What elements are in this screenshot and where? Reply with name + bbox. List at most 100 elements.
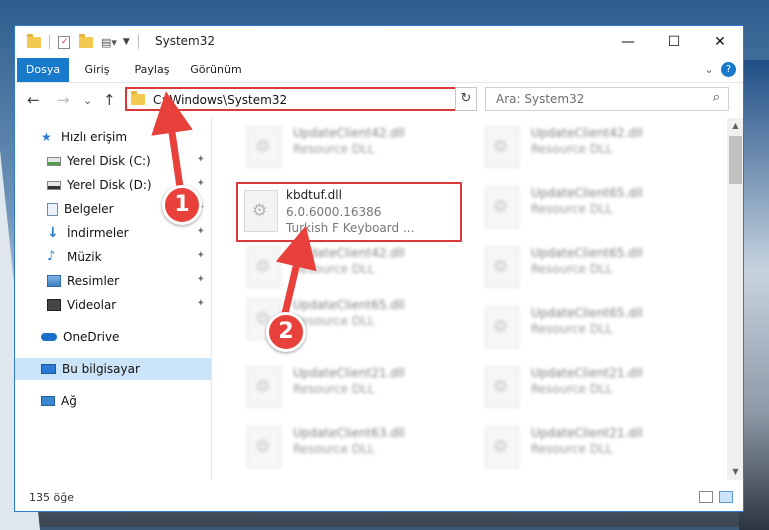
status-bar: 135 öğe	[15, 485, 743, 511]
file-name: UpdateClient65.dll	[531, 186, 643, 200]
scroll-down-icon[interactable]: ▼	[727, 464, 743, 480]
minimize-button[interactable]: —	[605, 26, 651, 58]
ribbon: Dosya Giriş Paylaş Görünüm ⌄ ?	[15, 58, 743, 83]
dll-file-icon	[485, 186, 519, 228]
sidebar-item-label: Bu bilgisayar	[62, 362, 140, 376]
sidebar-item-label: Yerel Disk (C:)	[67, 154, 151, 168]
onedrive-icon	[41, 333, 57, 341]
item-count: 135 öğe	[29, 491, 74, 504]
sidebar-item-quick-access[interactable]: ★ Hızlı erişim	[15, 126, 211, 148]
file-item[interactable]: UpdateClient42.dll Resource DLL	[475, 120, 700, 176]
scroll-thumb[interactable]	[729, 136, 742, 184]
file-type: Resource DLL	[293, 262, 375, 276]
dll-file-icon	[485, 126, 519, 168]
dll-file-icon	[247, 366, 281, 408]
tiles-view-icon[interactable]	[719, 491, 733, 503]
sidebar-item-videos[interactable]: Videolar ✦	[15, 294, 211, 316]
file-name: UpdateClient21.dll	[531, 426, 643, 440]
folder-icon	[27, 33, 41, 48]
star-icon: ★	[41, 130, 52, 144]
forward-button[interactable]: →	[57, 91, 70, 109]
customize-toolbar-icon[interactable]: ▤▾	[101, 36, 117, 49]
maximize-button[interactable]: ☐	[651, 26, 697, 58]
ribbon-expand-icon[interactable]: ⌄	[701, 58, 717, 82]
sidebar-item-label: Belgeler	[64, 202, 114, 216]
file-item[interactable]: UpdateClient42.dll Resource DLL	[237, 240, 462, 296]
sidebar-item-label: OneDrive	[63, 330, 120, 344]
file-item[interactable]: UpdateClient63.dll Resource DLL	[237, 420, 462, 476]
file-name: UpdateClient42.dll	[293, 246, 405, 260]
new-folder-icon[interactable]	[79, 33, 93, 48]
pin-icon: ✦	[196, 298, 205, 309]
file-name: UpdateClient42.dll	[293, 126, 405, 140]
recent-locations-button[interactable]: ⌄	[83, 94, 92, 107]
pin-icon: ✦	[196, 226, 205, 237]
file-item[interactable]: UpdateClient65.dll Resource DLL	[475, 300, 700, 356]
file-item[interactable]: UpdateClient65.dll Resource DLL	[475, 180, 700, 236]
tab-home[interactable]: Giriş	[77, 58, 117, 82]
address-path[interactable]: C:\Windows\System32	[153, 93, 287, 107]
tab-share[interactable]: Paylaş	[127, 58, 177, 82]
sidebar-item-pictures[interactable]: Resimler ✦	[15, 270, 211, 292]
title-bar: ✓ ▤▾ ▼ System32 — ☐ ✕	[15, 26, 743, 58]
file-name: kbdtuf.dll	[286, 188, 342, 202]
scroll-up-icon[interactable]: ▲	[727, 118, 743, 134]
file-item[interactable]: UpdateClient65.dll Resource DLL	[475, 240, 700, 296]
file-type: Resource DLL	[531, 262, 613, 276]
pin-icon: ✦	[196, 154, 205, 165]
file-version: 6.0.6000.16386	[286, 205, 382, 219]
file-type: Resource DLL	[531, 322, 613, 336]
file-description: Turkish F Keyboard ...	[286, 221, 415, 235]
file-item[interactable]: UpdateClient21.dll Resource DLL	[237, 360, 462, 416]
dll-file-icon	[485, 366, 519, 408]
search-icon[interactable]: ⌕	[713, 90, 720, 105]
tab-file[interactable]: Dosya	[17, 58, 69, 82]
properties-icon[interactable]: ✓	[58, 35, 70, 49]
file-name: UpdateClient65.dll	[531, 246, 643, 260]
refresh-button[interactable]: ↻	[455, 87, 477, 111]
toolbar-dropdown-icon[interactable]: ▼	[123, 37, 130, 47]
search-input[interactable]: Ara: System32	[496, 92, 584, 106]
window-title: System32	[155, 34, 216, 48]
dll-file-icon	[244, 190, 278, 232]
sidebar-item-label: Müzik	[67, 250, 102, 264]
sidebar-item-music[interactable]: ♪ Müzik ✦	[15, 246, 211, 268]
address-bar[interactable]: C:\Windows\System32 ⌄	[125, 87, 475, 111]
explorer-window: ✓ ▤▾ ▼ System32 — ☐ ✕ Dosya Giriş Paylaş…	[14, 25, 744, 512]
file-name: UpdateClient42.dll	[531, 126, 643, 140]
dll-file-icon	[485, 246, 519, 288]
network-icon	[41, 396, 55, 406]
computer-icon	[41, 364, 56, 374]
help-icon[interactable]: ?	[721, 62, 736, 77]
sidebar-item-downloads[interactable]: ↓ İndirmeler ✦	[15, 222, 211, 244]
sidebar-item-label: İndirmeler	[67, 226, 129, 240]
file-name: UpdateClient21.dll	[531, 366, 643, 380]
file-type: Resource DLL	[293, 142, 375, 156]
close-button[interactable]: ✕	[697, 26, 743, 58]
search-box[interactable]: Ara: System32 ⌕	[485, 87, 729, 111]
sidebar-item-onedrive[interactable]: OneDrive	[15, 326, 211, 348]
vertical-scrollbar[interactable]: ▲ ▼	[727, 118, 743, 480]
navigation-pane: ★ Hızlı erişim Yerel Disk (C:) ✦ Yerel D…	[15, 118, 211, 480]
sidebar-item-network[interactable]: Ağ	[15, 390, 211, 412]
quick-access-toolbar: ✓ ▤▾ ▼	[27, 33, 139, 51]
back-button[interactable]: ←	[27, 91, 40, 109]
tab-view[interactable]: Görünüm	[187, 58, 245, 82]
details-view-icon[interactable]	[699, 491, 713, 503]
documents-icon	[47, 202, 58, 216]
file-type: Resource DLL	[531, 382, 613, 396]
file-type: Resource DLL	[293, 382, 375, 396]
toolbar-separator	[49, 35, 50, 49]
file-type: Resource DLL	[293, 442, 375, 456]
file-item-kbdtuf[interactable]: kbdtuf.dll 6.0.6000.16386 Turkish F Keyb…	[236, 182, 462, 242]
sidebar-item-disk-c[interactable]: Yerel Disk (C:) ✦	[15, 150, 211, 172]
download-icon: ↓	[47, 225, 59, 241]
pin-icon: ✦	[196, 250, 205, 261]
file-item[interactable]: UpdateClient21.dll Resource DLL	[475, 420, 700, 476]
sidebar-item-this-pc[interactable]: Bu bilgisayar	[15, 358, 211, 380]
file-name: UpdateClient65.dll	[293, 298, 405, 312]
up-button[interactable]: ↑	[103, 91, 116, 109]
file-type: Resource DLL	[531, 142, 613, 156]
file-item[interactable]: UpdateClient21.dll Resource DLL	[475, 360, 700, 416]
file-item[interactable]: UpdateClient42.dll Resource DLL	[237, 120, 462, 176]
